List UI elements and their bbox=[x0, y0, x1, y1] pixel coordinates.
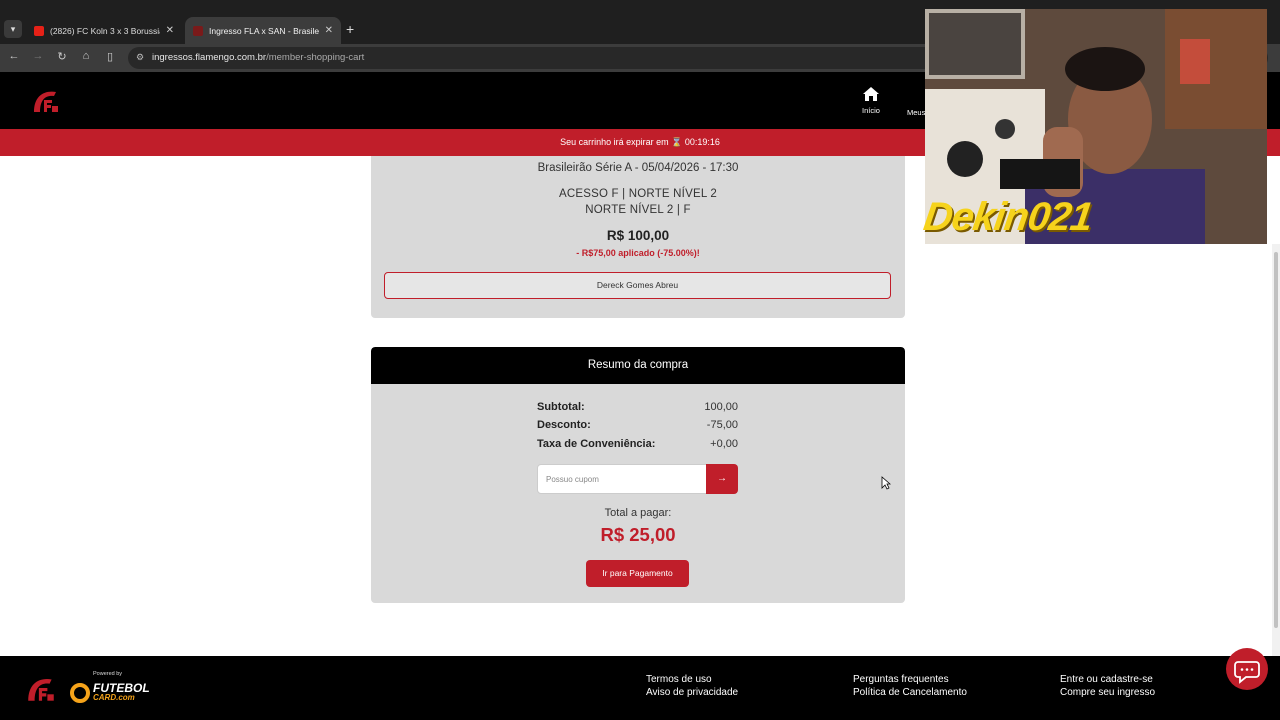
futebolcard-logo[interactable]: FUTEBOL CARD.com bbox=[70, 680, 150, 706]
browser-tab-youtube[interactable]: (2826) FC Koln 3 x 3 Borussia M ✕ bbox=[26, 17, 182, 44]
reload-icon[interactable]: ↻ bbox=[54, 50, 70, 63]
close-tab-icon[interactable]: ✕ bbox=[325, 25, 333, 36]
back-arrow-icon[interactable]: ← bbox=[6, 50, 22, 62]
forward-arrow-icon[interactable]: → bbox=[30, 50, 46, 62]
close-tab-icon[interactable]: ✕ bbox=[166, 25, 174, 36]
coupon-input[interactable] bbox=[537, 464, 707, 494]
footer-link-terms[interactable]: Termos de uso bbox=[646, 673, 738, 686]
site-info-icon[interactable]: ⚙ bbox=[136, 52, 148, 64]
ticket-card: Brasileirão Série A - 05/04/2026 - 17:30… bbox=[371, 156, 905, 318]
browser-tab-ingresso[interactable]: Ingresso FLA x SAN - Brasileirã ✕ bbox=[185, 17, 341, 44]
fee-value: +0,00 bbox=[710, 438, 738, 450]
match-info: Brasileirão Série A - 05/04/2026 - 17:30 bbox=[537, 162, 739, 174]
footer-link-privacy[interactable]: Aviso de privacidade bbox=[646, 686, 738, 699]
ticket-holder-select[interactable]: Dereck Gomes Abreu bbox=[384, 272, 891, 299]
apply-coupon-button[interactable]: → bbox=[706, 464, 738, 494]
footer-link-login[interactable]: Entre ou cadastre-se bbox=[1060, 673, 1155, 686]
chat-support-button[interactable] bbox=[1226, 648, 1268, 690]
nav-home-label: Início bbox=[862, 106, 880, 115]
new-tab-button[interactable]: + bbox=[346, 21, 354, 37]
ticket-price: R$ 100,00 bbox=[606, 228, 670, 243]
subtotal-label: Subtotal: bbox=[537, 401, 585, 413]
subtotal-row: Subtotal: 100,00 bbox=[537, 401, 738, 417]
mouse-cursor-icon bbox=[881, 476, 891, 490]
site-footer: Powered by FUTEBOL CARD.com Termos de uso… bbox=[0, 656, 1280, 720]
discount-label: Desconto: bbox=[537, 419, 591, 431]
footer-links-help: Perguntas frequentes Política de Cancela… bbox=[853, 673, 967, 699]
streamer-name-graphic: Dekin021 bbox=[920, 195, 1095, 239]
fee-row: Taxa de Conveniência: +0,00 bbox=[537, 438, 738, 454]
scrollbar-thumb[interactable] bbox=[1274, 252, 1278, 628]
ticket-sector-detail: NORTE NÍVEL 2 | F bbox=[585, 204, 691, 216]
go-to-payment-button[interactable]: Ir para Pagamento bbox=[586, 560, 689, 587]
ticket-discount: - R$75,00 aplicado (-75.00%)! bbox=[576, 248, 700, 258]
tab-title: Ingresso FLA x SAN - Brasileirã bbox=[209, 25, 319, 36]
url-text: ingressos.flamengo.com.br/member-shoppin… bbox=[152, 52, 365, 63]
purchase-summary: Resumo da compra Subtotal: 100,00 Descon… bbox=[371, 347, 905, 603]
discount-row: Desconto: -75,00 bbox=[537, 419, 738, 435]
summary-title: Resumo da compra bbox=[371, 347, 905, 384]
discount-value: -75,00 bbox=[706, 419, 738, 431]
fee-label: Taxa de Conveniência: bbox=[537, 438, 656, 450]
footer-link-faq[interactable]: Perguntas frequentes bbox=[853, 673, 967, 686]
total-value: R$ 25,00 bbox=[600, 524, 676, 545]
coupon-form: → bbox=[537, 464, 738, 494]
powered-by-text: Powered by bbox=[93, 671, 123, 677]
tab-title: (2826) FC Koln 3 x 3 Borussia M bbox=[50, 25, 160, 36]
flamengo-favicon-icon bbox=[193, 25, 203, 36]
home-icon[interactable]: ⌂ bbox=[78, 50, 94, 62]
youtube-icon bbox=[34, 25, 44, 36]
side-panel-icon[interactable]: ▯ bbox=[102, 50, 118, 63]
nav-home-link[interactable]: Início bbox=[852, 86, 890, 115]
subtotal-value: 100,00 bbox=[704, 401, 738, 413]
nav-meus-link[interactable]: Meus bbox=[907, 108, 925, 117]
flamengo-logo[interactable] bbox=[30, 86, 62, 116]
footer-link-buy[interactable]: Compre seu ingresso bbox=[1060, 686, 1155, 699]
chat-icon bbox=[1234, 661, 1260, 684]
flamengo-footer-logo[interactable] bbox=[24, 672, 58, 706]
total-label: Total a pagar: bbox=[604, 507, 672, 519]
footer-links-legal: Termos de uso Aviso de privacidade bbox=[646, 673, 738, 699]
home-icon bbox=[863, 87, 879, 101]
page-scrollbar[interactable] bbox=[1272, 244, 1280, 656]
tab-search-button[interactable]: ▾ bbox=[4, 20, 22, 38]
futebolcard-ring-icon bbox=[70, 683, 90, 703]
ticket-sector: ACESSO F | NORTE NÍVEL 2 bbox=[559, 188, 717, 200]
footer-links-account: Entre ou cadastre-se Compre seu ingresso bbox=[1060, 673, 1155, 699]
footer-link-cancellation[interactable]: Política de Cancelamento bbox=[853, 686, 967, 699]
